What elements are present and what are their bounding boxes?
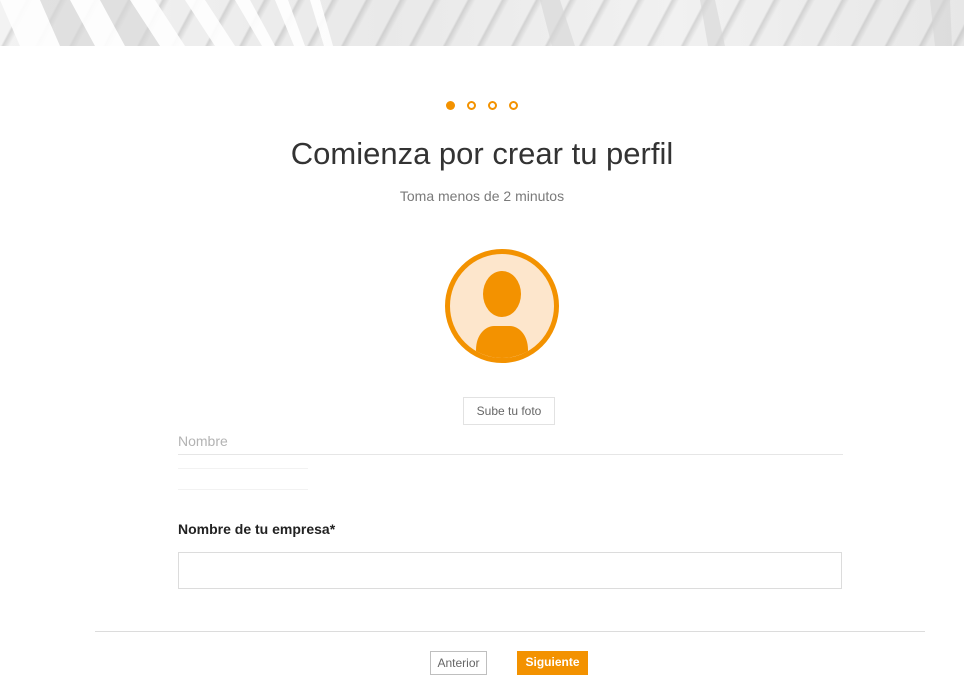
next-button[interactable]: Siguiente xyxy=(517,651,588,675)
company-name-label: Nombre de tu empresa* xyxy=(178,521,336,537)
header-banner-image xyxy=(0,0,964,46)
page-title: Comienza por crear tu perfil xyxy=(290,136,674,171)
banner-pattern xyxy=(0,0,952,46)
step-indicator-4 xyxy=(509,101,518,111)
divider xyxy=(178,468,308,469)
step-indicator-1 xyxy=(446,101,455,111)
profile-avatar[interactable] xyxy=(445,249,559,363)
step-indicator-3 xyxy=(488,101,497,111)
company-name-input[interactable] xyxy=(178,552,842,589)
upload-photo-button[interactable]: Sube tu foto xyxy=(463,397,555,425)
progress-steps xyxy=(0,97,964,111)
user-placeholder-icon xyxy=(476,271,528,358)
name-input[interactable]: Nombre xyxy=(178,430,843,455)
page-subtitle: Toma menos de 2 minutos xyxy=(399,188,565,204)
divider xyxy=(178,489,308,490)
footer-divider xyxy=(95,631,925,632)
previous-button[interactable]: Anterior xyxy=(430,651,487,675)
step-indicator-2 xyxy=(467,101,476,111)
